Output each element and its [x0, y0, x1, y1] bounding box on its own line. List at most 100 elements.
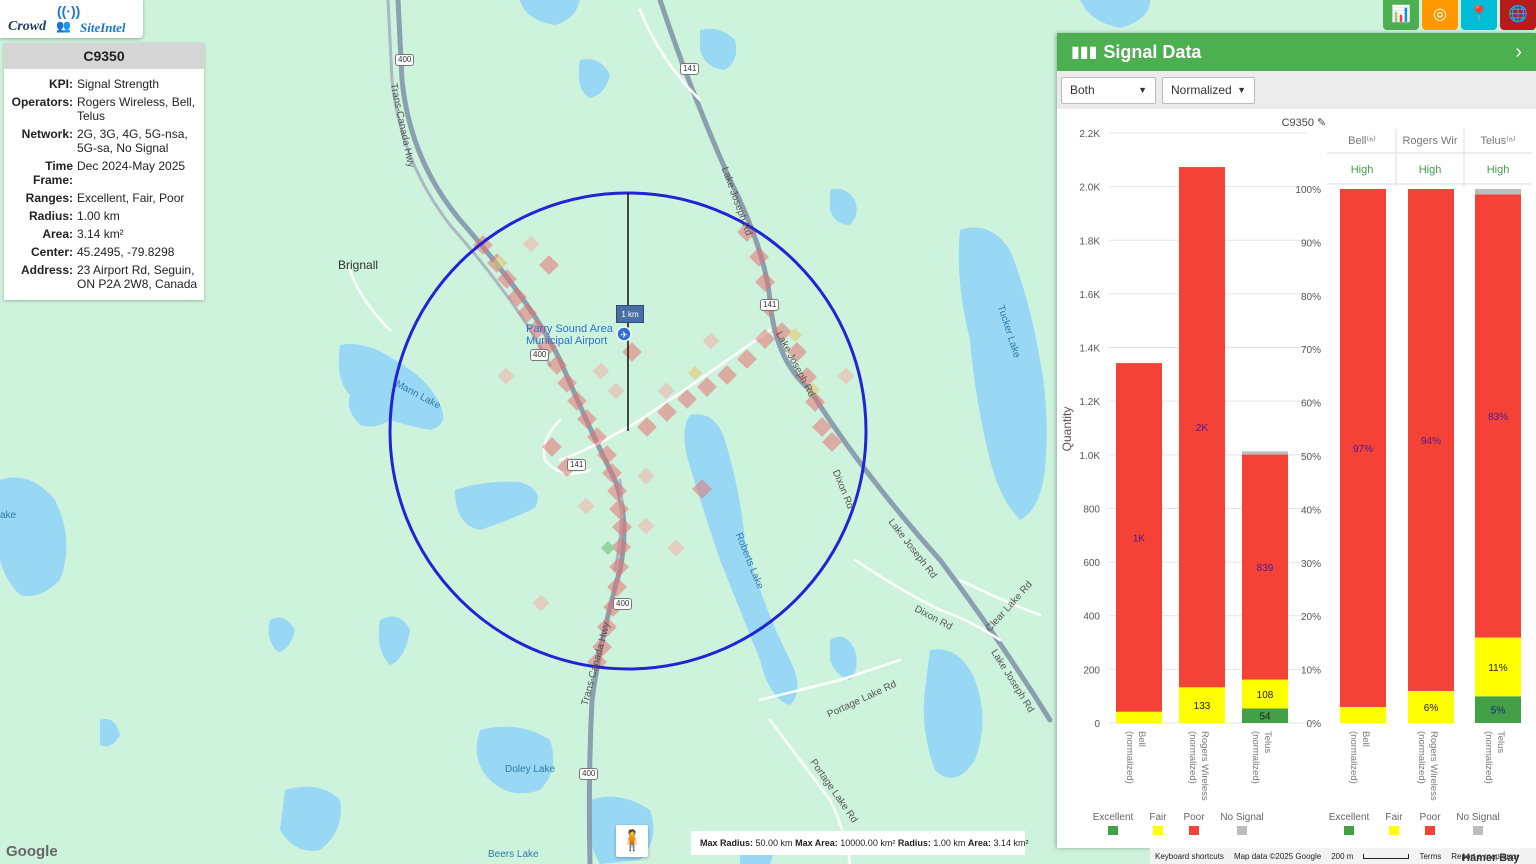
svg-text:✈: ✈: [620, 331, 628, 341]
chart-controls: Both ▼ Normalized ▼: [1057, 71, 1536, 109]
chevron-right-icon[interactable]: ›: [1515, 41, 1522, 64]
scale-label[interactable]: 200 m: [1331, 852, 1353, 861]
info-row: Area: 3.14 km²: [4, 227, 204, 241]
globe-button[interactable]: 🌐: [1500, 0, 1536, 30]
highway-shield-400: 400: [395, 54, 415, 66]
y-tick-label-pct: 70%: [1301, 345, 1321, 356]
bar-segment-fair: [1116, 711, 1162, 723]
y-tick-label-pct: 20%: [1301, 612, 1321, 623]
legend-swatch: [1108, 826, 1118, 835]
y-tick-label: 2.2K: [1079, 129, 1100, 140]
bar-value-label: 133: [1194, 701, 1211, 712]
info-row: Network: 2G, 3G, 4G, 5G-nsa, 5G-sa, No Si…: [4, 127, 204, 155]
info-row-value: 2G, 3G, 4G, 5G-nsa, 5G-sa, No Signal: [77, 127, 188, 155]
operator-mode-select[interactable]: Both ▼: [1061, 76, 1156, 104]
info-row-key: Address:: [20, 263, 73, 277]
info-row-value: 3.14 km²: [77, 227, 124, 241]
place-label-hamer-bay: Hamer Bay: [1462, 852, 1520, 864]
bar-segment-no-signal: [1242, 451, 1288, 455]
broadcast-icon: ((·)): [57, 3, 81, 19]
operator-mode-value: Both: [1070, 83, 1095, 97]
area-label: Area:: [967, 838, 991, 848]
radius-summary-box: Max Radius: 50.00 km Max Area: 10000.00 …: [691, 831, 1028, 855]
quality-header: Telus⁽ⁿ⁾: [1480, 135, 1515, 147]
y-tick-label: 0: [1094, 719, 1100, 730]
max-radius-value: 50.00 km: [755, 838, 793, 848]
legend-swatch: [1425, 826, 1435, 835]
keyboard-shortcuts-link[interactable]: Keyboard shortcuts: [1155, 852, 1224, 861]
radius-value: 1.00 km: [933, 838, 966, 848]
info-row: Time Frame: Dec 2024-May 2025: [4, 159, 204, 187]
normalization-value: Normalized: [1171, 83, 1232, 97]
bar-value-label: 1K: [1133, 533, 1146, 544]
legend-swatch: [1344, 826, 1354, 835]
legend-label: Fair: [1149, 812, 1167, 823]
x-tick-label: Bell: [1360, 731, 1371, 747]
y-tick-label: 800: [1083, 504, 1100, 515]
legend-label: Excellent: [1093, 812, 1134, 823]
y-tick-label: 200: [1083, 665, 1100, 676]
info-row-key: Area:: [42, 227, 73, 241]
quality-header: Bell⁽ⁿ⁾: [1348, 135, 1376, 147]
bar-chart-button[interactable]: 📊: [1383, 0, 1419, 30]
map-pin-button[interactable]: 📍: [1461, 0, 1497, 30]
signal-chart: C9350 ✎ 0 200 400 600 800 1.0K 1.2K 1.4K 1.6K 1.8K 2…: [1060, 117, 1532, 835]
pct-bar-value-label: 94%: [1421, 436, 1441, 447]
info-row-key: Radius:: [28, 209, 73, 223]
legend-label: Fair: [1385, 812, 1403, 823]
logo-text-crowd: Crowd: [8, 19, 47, 34]
map-data-attribution: Map data ©2025 Google: [1233, 851, 1322, 861]
y-tick-label: 600: [1083, 558, 1100, 569]
chart-area: C9350 ✎ 0 200 400 600 800 1.0K 1.2K 1.4K 1.6K 1.8K 2…: [1057, 109, 1536, 848]
chevron-down-icon: ▼: [1237, 85, 1246, 95]
pct-bar-value-label: 97%: [1353, 444, 1373, 455]
map-pin-icon: 📍: [1469, 6, 1489, 23]
site-info-rows: KPI: Signal Strength Operators: Rogers Wire…: [4, 69, 204, 291]
bar-value-label: 839: [1257, 563, 1274, 574]
y-tick-label: 1.0K: [1079, 451, 1100, 462]
radius-badge: 1 km: [616, 305, 644, 323]
y-tick-label: 1.6K: [1079, 290, 1100, 301]
target-button[interactable]: ◎: [1422, 0, 1458, 30]
normalization-select[interactable]: Normalized ▼: [1162, 76, 1255, 104]
site-info-title: C9350: [4, 43, 204, 69]
legend-swatch: [1189, 826, 1199, 835]
x-tick-label: Rogers Wireless: [1428, 731, 1439, 801]
pct-bar-segment-no-signal: [1475, 189, 1521, 195]
info-row-key: Network:: [21, 127, 73, 141]
y-axis-title: Quantity: [1060, 407, 1074, 452]
y-tick-label-pct: 100%: [1295, 185, 1321, 196]
bar-value-label: 54: [1259, 712, 1271, 723]
app-logo[interactable]: ((·)) Crowd 👥 SiteIntel: [0, 0, 143, 38]
legend-swatch: [1237, 826, 1247, 835]
water-label-left: ake: [0, 510, 17, 521]
highway-shield-400: 400: [579, 768, 599, 780]
pct-bar-value-label: 11%: [1488, 663, 1507, 674]
legend-label: Poor: [1419, 812, 1441, 823]
airport-label-line1: Parry Sound Area: [526, 323, 613, 335]
terms-link[interactable]: Terms: [1419, 852, 1441, 861]
max-area-label: Max Area:: [795, 838, 838, 848]
max-area-value: 10000.00 km²: [840, 838, 896, 848]
legend-swatch: [1153, 826, 1163, 835]
logo-text-siteintel: SiteIntel: [80, 20, 126, 35]
info-row: Center: 45.2495, -79.8298: [4, 245, 204, 259]
radius-label: Radius:: [897, 838, 931, 848]
globe-icon: 🌐: [1508, 6, 1528, 23]
street-view-pegman-icon[interactable]: 🧍: [616, 825, 648, 857]
edit-pencil-icon: ✎: [1317, 117, 1326, 129]
info-row: KPI: Signal Strength: [4, 77, 204, 91]
info-row: Address: 23 Airport Rd, Seguin, ON P2A 2W…: [4, 263, 204, 291]
info-row-value: Signal Strength: [77, 77, 160, 91]
info-row-key: KPI:: [49, 77, 73, 91]
pct-bar-value-label: 6%: [1424, 703, 1439, 714]
quality-value: High: [1419, 164, 1442, 176]
info-row-value: 1.00 km: [77, 209, 120, 223]
y-tick-label-pct: 60%: [1301, 399, 1321, 410]
x-tick-label-sub: (normalized): [1124, 731, 1135, 784]
airport-label-line2: Municipal Airport: [526, 335, 608, 347]
x-tick-label-sub: (normalized): [1416, 731, 1427, 784]
info-row-key: Ranges:: [25, 191, 73, 205]
x-tick-label-sub: (normalized): [1348, 731, 1359, 784]
y-tick-label-pct: 80%: [1301, 292, 1321, 303]
